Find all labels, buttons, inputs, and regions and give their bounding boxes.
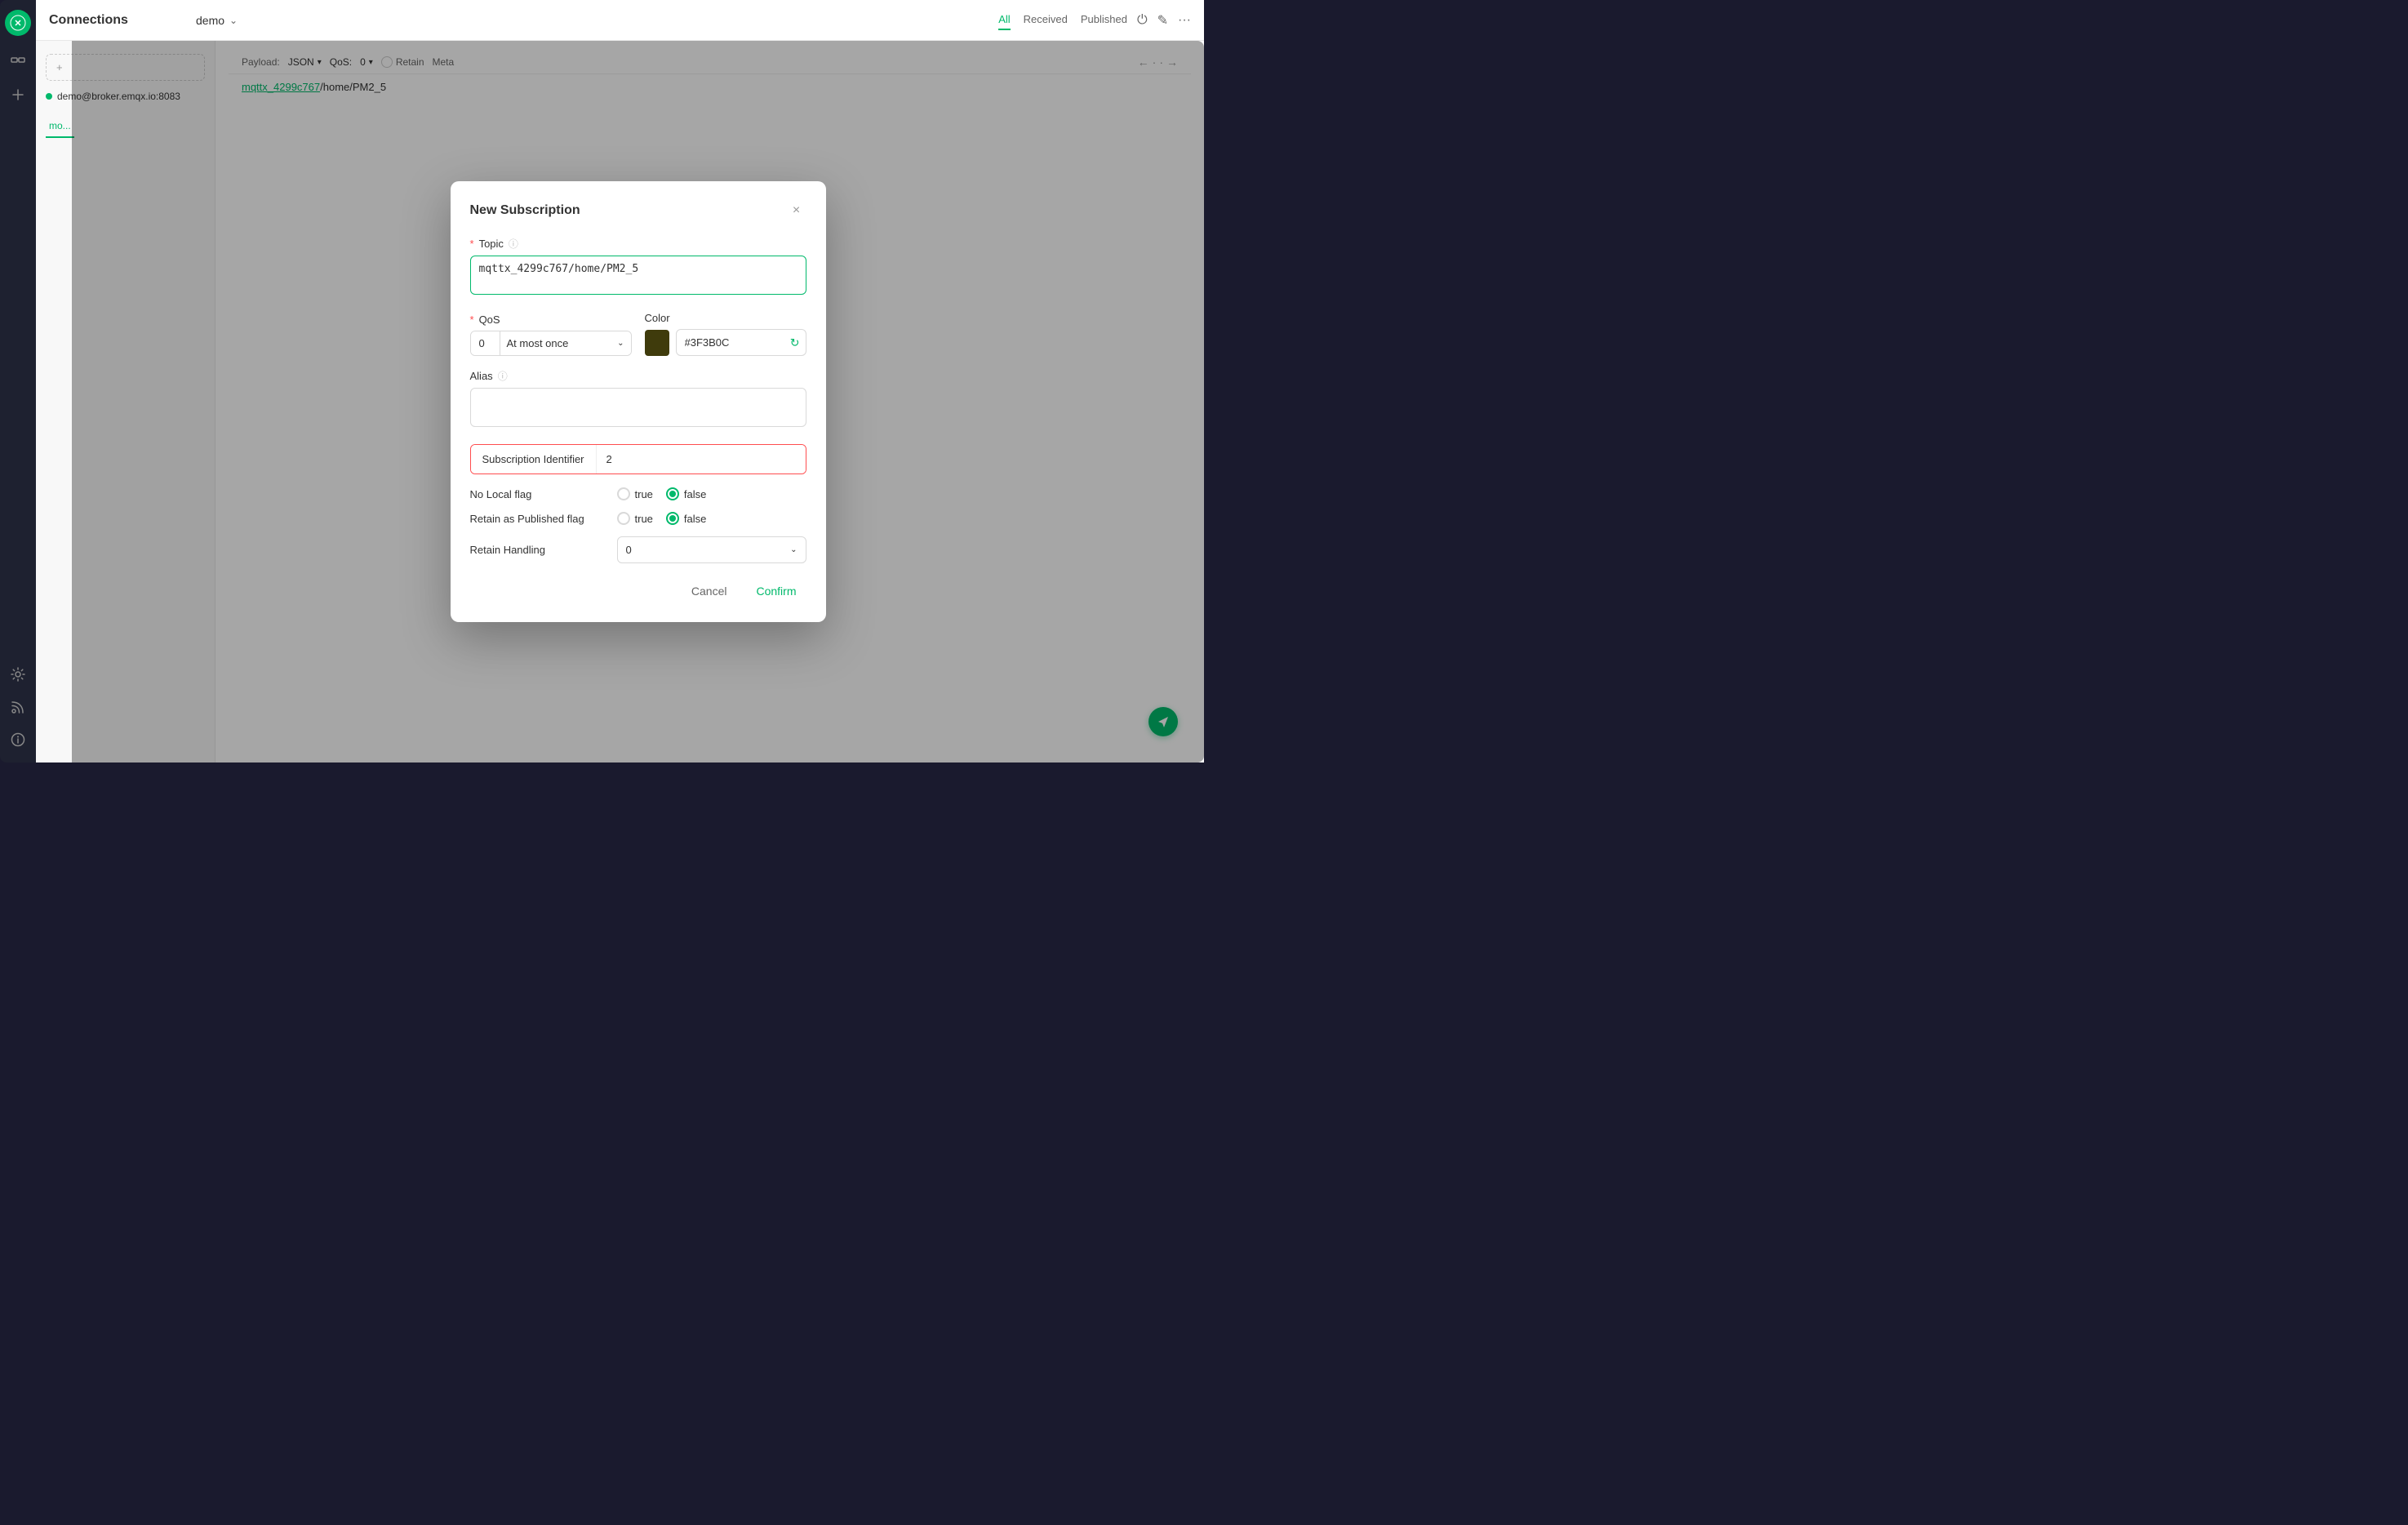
sidebar-item-feed[interactable] (5, 694, 31, 720)
color-input-wrap: ↻ (676, 329, 806, 356)
alias-input[interactable] (470, 388, 806, 427)
no-local-true-circle (617, 487, 630, 500)
no-local-false-circle (666, 487, 679, 500)
retain-as-published-label: Retain as Published flag (470, 513, 617, 525)
qos-field-group: * QoS 0 At most once ⌄ (470, 313, 632, 356)
qos-number: 0 (471, 331, 500, 355)
retain-handling-label: Retain Handling (470, 544, 617, 556)
no-local-flag-label: No Local flag (470, 488, 617, 500)
retain-published-false-label: false (684, 513, 706, 525)
qos-field-label: * QoS (470, 313, 632, 326)
no-local-false-radio[interactable]: false (666, 487, 706, 500)
top-bar: Connections demo ⌄ All Received Publishe… (36, 0, 1204, 41)
color-label: Color (645, 312, 806, 324)
new-subscription-modal: New Subscription × * Topic ⓘ (451, 181, 826, 622)
qos-required-star: * (470, 313, 474, 326)
cancel-button[interactable]: Cancel (682, 580, 737, 602)
subscription-identifier-row: Subscription Identifier (470, 444, 806, 474)
retain-handling-chevron: ⌄ (790, 545, 797, 554)
tab-received[interactable]: Received (1024, 10, 1068, 30)
alias-label: Alias ⓘ (470, 369, 806, 383)
qos-color-row: * QoS 0 At most once ⌄ (470, 312, 806, 356)
modal-close-button[interactable]: × (787, 201, 806, 220)
qos-select-field[interactable]: 0 At most once ⌄ (470, 331, 632, 356)
retain-published-false-dot (669, 515, 676, 522)
retain-published-true-label: true (635, 513, 653, 525)
retain-published-true-radio[interactable]: true (617, 512, 653, 525)
alias-info-icon[interactable]: ⓘ (498, 369, 508, 383)
retain-handling-select[interactable]: 0 ⌄ (617, 536, 806, 563)
tab-buttons: All Received Published (998, 10, 1127, 30)
top-bar-center: demo ⌄ (196, 14, 998, 27)
subscriptions-tab[interactable]: mo... (46, 115, 74, 138)
modal-header: New Subscription × (470, 201, 806, 220)
modal-title: New Subscription (470, 203, 580, 218)
alias-field-group: Alias ⓘ (470, 369, 806, 431)
sidebar: ✕ (0, 0, 36, 762)
retain-handling-row: Retain Handling 0 ⌄ (470, 536, 806, 563)
more-icon[interactable]: ··· (1178, 13, 1191, 28)
app-shell: ✕ (0, 0, 1204, 762)
edit-icon[interactable]: ✎ (1157, 12, 1168, 29)
no-local-false-dot (669, 491, 676, 497)
color-input[interactable] (676, 329, 806, 356)
page-title: Connections (49, 13, 128, 27)
subscription-identifier-input[interactable] (597, 445, 806, 474)
confirm-button[interactable]: Confirm (746, 580, 806, 602)
modal-footer: Cancel Confirm (470, 580, 806, 602)
sidebar-item-settings[interactable] (5, 661, 31, 687)
topic-required-star: * (470, 238, 474, 250)
connections-title: Connections (49, 13, 196, 28)
qos-chevron-icon: ⌄ (617, 339, 624, 348)
topic-label-text: Topic (479, 238, 504, 250)
no-local-true-radio[interactable]: true (617, 487, 653, 500)
color-swatch[interactable] (645, 330, 669, 356)
main-content: Connections demo ⌄ All Received Publishe… (36, 0, 1204, 762)
no-local-flag-radio-group: true false (617, 487, 707, 500)
retain-handling-value: 0 (626, 544, 632, 556)
color-field-group: Color ↻ (645, 312, 806, 356)
retain-as-published-radio-group: true false (617, 512, 707, 525)
alias-label-text: Alias (470, 370, 493, 382)
no-local-false-label: false (684, 488, 706, 500)
color-refresh-icon[interactable]: ↻ (790, 336, 800, 349)
qos-option-label: At most once (507, 337, 569, 349)
no-local-true-label: true (635, 488, 653, 500)
retain-published-false-circle (666, 512, 679, 525)
content-area: + demo@broker.emqx.io:8083 mo... Payload… (36, 41, 1204, 762)
top-bar-right: All Received Published ⏻ ✎ ··· (998, 10, 1191, 30)
connection-status-dot (46, 93, 52, 100)
sidebar-item-add[interactable] (5, 82, 31, 108)
topic-label: * Topic ⓘ (470, 237, 806, 251)
qos-label-text: QoS (479, 313, 500, 326)
app-logo[interactable]: ✕ (5, 10, 31, 36)
color-label-text: Color (645, 312, 670, 324)
modal-overlay[interactable]: New Subscription × * Topic ⓘ (72, 41, 1204, 762)
sidebar-item-connections[interactable] (5, 49, 31, 75)
plus-icon: + (56, 61, 63, 73)
connection-name-label: demo (196, 14, 224, 27)
topic-field-group: * Topic ⓘ (470, 237, 806, 299)
retain-published-false-radio[interactable]: false (666, 512, 706, 525)
tab-all[interactable]: All (998, 10, 1010, 30)
qos-option-select[interactable]: At most once ⌄ (500, 331, 631, 355)
svg-text:✕: ✕ (14, 19, 21, 29)
topic-input[interactable] (470, 256, 806, 295)
connection-chevron-icon[interactable]: ⌄ (229, 15, 238, 26)
retain-as-published-flag-row: Retain as Published flag true false (470, 512, 806, 525)
topic-info-icon[interactable]: ⓘ (509, 237, 518, 251)
color-input-row: ↻ (645, 329, 806, 356)
no-local-flag-row: No Local flag true false (470, 487, 806, 500)
subscription-identifier-label: Subscription Identifier (471, 445, 597, 474)
retain-published-true-circle (617, 512, 630, 525)
power-icon[interactable]: ⏻ (1137, 13, 1148, 28)
sidebar-item-info[interactable] (5, 727, 31, 753)
tab-published[interactable]: Published (1081, 10, 1127, 30)
